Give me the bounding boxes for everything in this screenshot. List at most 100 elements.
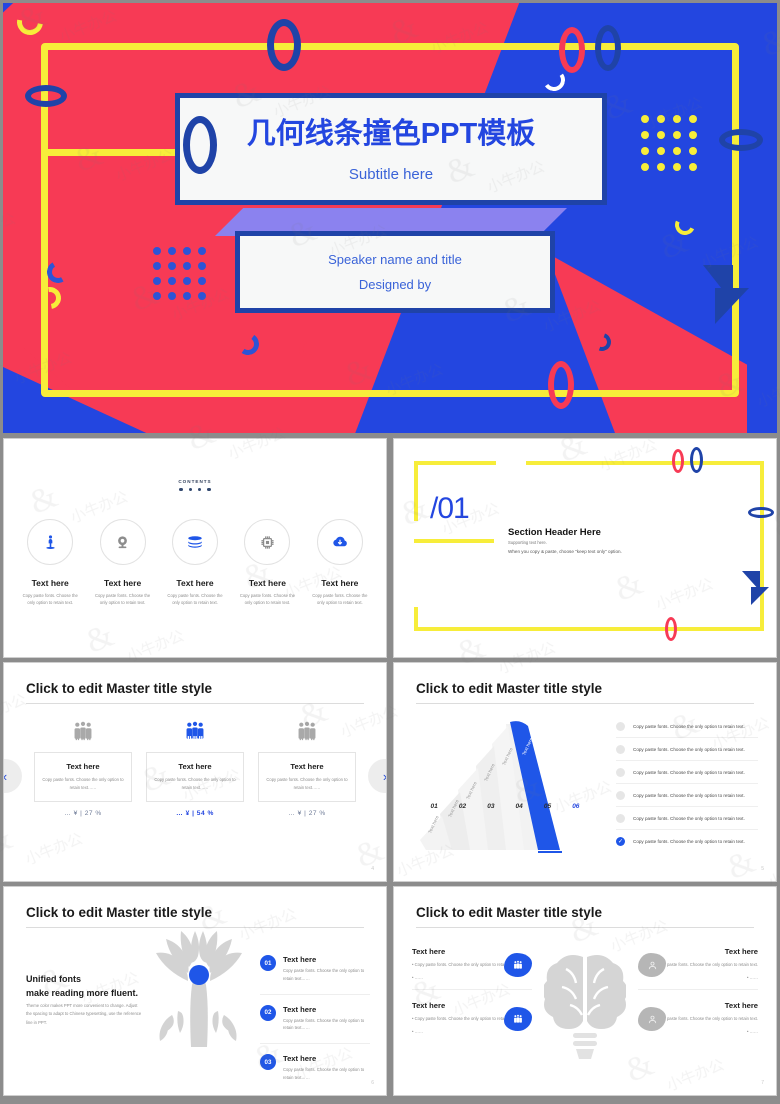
chevron-right-icon: › (382, 768, 387, 784)
contents-item[interactable]: Text here Copy paste fonts. Choose the o… (14, 519, 86, 607)
list-item[interactable]: Copy paste fonts. Choose the only option… (616, 784, 758, 807)
contents-item[interactable]: Text here Copy paste fonts. Choose the o… (86, 519, 158, 607)
yellow-line-right (760, 461, 764, 631)
title-divider (26, 703, 364, 704)
step-number-badge: 02 (260, 1004, 276, 1021)
people-group-icon (182, 721, 208, 748)
tree-lead-body: Theme color makes PPT more convenient to… (26, 1003, 142, 1025)
list-item-text: Copy paste fonts. Choose the only option… (633, 723, 745, 729)
list-item-text: Copy paste fonts. Choose the only option… (633, 815, 745, 821)
blue-ring-title (183, 116, 217, 174)
tree-lead-heading: Unified fonts make reading more fluent. (26, 972, 138, 1001)
bullet-icon (616, 813, 625, 823)
cover-slide[interactable]: 几何线条撞色PPT模板 Subtitle here Speaker name a… (3, 3, 777, 433)
red-ring-bottom (548, 361, 574, 409)
contents-item[interactable]: Text here Copy paste fonts. Choose the o… (231, 519, 303, 607)
step-item[interactable]: 01 Text here Copy paste fonts. Choose th… (260, 945, 370, 995)
contents-dots (4, 488, 386, 492)
list-item[interactable]: Copy paste fonts. Choose the only option… (616, 807, 758, 830)
card-item[interactable]: Text here Copy paste fonts. Choose the o… (34, 721, 132, 817)
card-body: Text here Copy paste fonts. Choose the o… (146, 752, 244, 803)
step-description: Copy paste fonts. Choose the only option… (283, 1067, 365, 1080)
step-item[interactable]: 03 Text here Copy paste fonts. Choose th… (260, 1044, 370, 1093)
title-divider (416, 927, 754, 928)
card-description: Copy paste fonts. Choose the only option… (42, 777, 124, 790)
red-ring-top-right (559, 27, 585, 73)
step-heading: Text here (283, 955, 317, 964)
cpu-chip-icon (244, 519, 291, 565)
cover-subtitle: Subtitle here (348, 165, 434, 183)
step-number-badge: 03 (260, 1054, 276, 1071)
blue-ring-right-side (748, 507, 774, 518)
red-ring-bottom (665, 617, 677, 641)
card-heading: Text here (66, 762, 100, 771)
page-number: 5 (761, 866, 764, 872)
card-stat: … ¥ | 27 % (288, 810, 326, 818)
cover-title: 几何线条撞色PPT模板 (246, 117, 536, 150)
card-item[interactable]: Text here Copy paste fonts. Choose the o… (258, 721, 356, 817)
card-body: Text here Copy paste fonts. Choose the o… (258, 752, 356, 803)
blue-ring-right (719, 129, 763, 151)
section-number: /01 (430, 492, 470, 525)
cover-speaker-card: Speaker name and title Designed by (235, 231, 555, 313)
carousel-prev-button[interactable]: ‹ (4, 759, 22, 793)
page-number: 7 (761, 1080, 764, 1086)
carousel-next-button[interactable]: › (368, 759, 387, 793)
card-body: Text here Copy paste fonts. Choose the o… (34, 752, 132, 803)
list-item[interactable]: Copy paste fonts. Choose the only option… (616, 738, 758, 761)
pyramid-axis-tick: 03 (487, 803, 495, 810)
contents-item-name: Text here (321, 578, 359, 588)
step-description: Copy paste fonts. Choose the only option… (283, 1017, 365, 1031)
yellow-stub-line (43, 149, 183, 156)
bullet-icon (616, 790, 625, 800)
title-divider (26, 927, 364, 928)
pyramid-list: Copy paste fonts. Choose the only option… (616, 715, 758, 852)
section-heading: Section Header Here (508, 527, 601, 538)
tree-lead-line1: Unified fonts (26, 974, 81, 984)
contents-slide[interactable]: CONTENTS Text here Copy paste fonts. Cho… (3, 438, 387, 658)
contents-header: CONTENTS (4, 479, 386, 492)
list-item[interactable]: Copy paste fonts. Choose the only option… (616, 761, 758, 784)
bullet-icon (616, 721, 625, 731)
pyramid-axis-tick: 05 (543, 803, 552, 810)
contents-item-desc: Copy paste fonts. Choose the only option… (312, 593, 368, 606)
step-item[interactable]: 02 Text here Copy paste fonts. Choose th… (260, 995, 370, 1045)
pyramid-chart: Text here Text here Text here Text here … (414, 718, 594, 853)
section-header-slide[interactable]: /01 Section Header Here Supporting text … (393, 438, 777, 658)
list-item-active[interactable]: Copy paste fonts. Choose the only option… (616, 830, 758, 852)
cloud-download-icon (316, 519, 363, 565)
slide-title: Click to edit Master title style (26, 905, 213, 920)
contents-item[interactable]: Text here Copy paste fonts. Choose the o… (159, 519, 231, 607)
list-item-text: Copy paste fonts. Choose the only option… (633, 746, 745, 752)
slide-deck-preview: 几何线条撞色PPT模板 Subtitle here Speaker name a… (0, 0, 780, 1099)
brain-slide[interactable]: Click to edit Master title style Text he… (393, 886, 777, 1096)
pyramid-slide[interactable]: Click to edit Master title style Text he… (393, 662, 777, 882)
contents-item[interactable]: Text here Copy paste fonts. Choose the o… (304, 519, 376, 607)
contents-item-list: Text here Copy paste fonts. Choose the o… (14, 519, 376, 607)
people-group-icon (294, 721, 320, 748)
section-note-text: When you copy & paste, choose "keep text… (508, 549, 622, 554)
tree-slide[interactable]: Click to edit Master title style Unified… (3, 886, 387, 1096)
slide-title: Click to edit Master title style (416, 681, 603, 696)
blue-ring-top (690, 447, 703, 473)
contents-item-desc: Copy paste fonts. Choose the only option… (95, 593, 151, 606)
cover-speaker-name: Speaker name and title (328, 252, 462, 267)
page-number: 4 (371, 866, 374, 872)
cards-slide[interactable]: Click to edit Master title style ‹ › Tex… (3, 662, 387, 882)
tree-illustration (144, 929, 254, 1064)
card-item[interactable]: Text here Copy paste fonts. Choose the o… (146, 721, 244, 817)
webcam-icon (99, 519, 146, 565)
check-circle-icon (616, 836, 625, 846)
pyramid-axis-tick-active: 06 (572, 803, 580, 810)
people-group-icon (70, 721, 96, 748)
list-item-text: Copy paste fonts. Choose the only option… (633, 769, 745, 775)
step-heading: Text here (283, 1054, 317, 1064)
card-heading: Text here (178, 762, 212, 771)
list-item[interactable]: Copy paste fonts. Choose the only option… (616, 715, 758, 738)
cover-designed-by: Designed by (358, 277, 432, 292)
yellow-line-left (414, 607, 418, 631)
slide-title: Click to edit Master title style (26, 681, 213, 696)
pyramid-axis-tick: 04 (515, 803, 523, 810)
contents-item-desc: Copy paste fonts. Choose the only option… (239, 593, 295, 606)
red-ring-top (672, 449, 684, 473)
